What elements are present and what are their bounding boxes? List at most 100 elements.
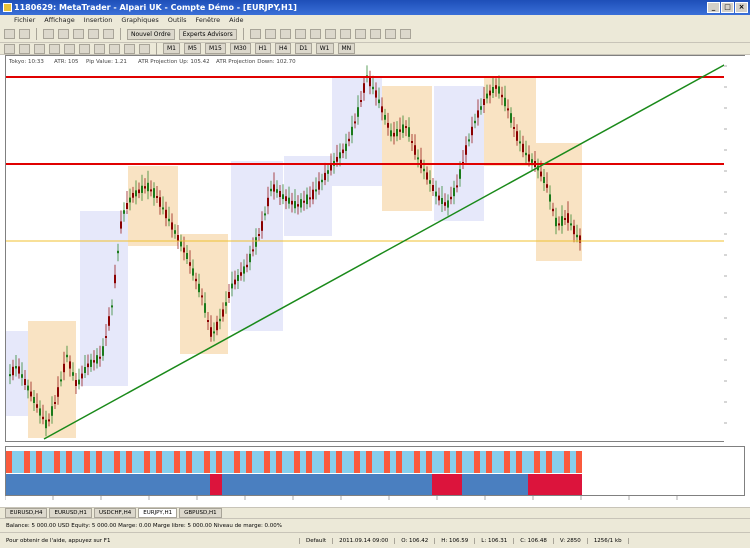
indicator-bar-bottom [60,474,66,495]
candlestick-icon[interactable] [264,29,276,39]
bar-chart-icon[interactable] [249,29,261,39]
indicator-bar-bottom [78,474,84,495]
new-chart-icon[interactable] [4,29,15,39]
candle-body [225,302,227,306]
chart-shift-icon[interactable] [354,29,366,39]
candle-body [390,130,392,137]
candle-body [189,262,191,266]
candle-body [501,94,503,98]
tf-d1[interactable]: D1 [295,43,312,54]
tab-eurusd-h1[interactable]: EURUSD,H1 [49,508,92,518]
indicator-bar-bottom [318,474,324,495]
tile-windows-icon[interactable] [324,29,336,39]
periods-icon[interactable] [384,29,396,39]
new-order-button[interactable]: Nouvel Ordre [127,28,175,40]
menu-insert[interactable]: Insertion [84,15,113,26]
title-bar: 1180629: MetaTrader - Alpari UK - Compte… [0,0,750,15]
tf-mn[interactable]: MN [337,43,356,54]
menu-tools[interactable]: Outils [168,15,187,26]
indicator-bar-bottom [138,474,144,495]
tf-w1[interactable]: W1 [315,43,334,54]
indicator-bar-top [114,451,120,473]
profiles-icon[interactable] [19,29,30,39]
candle-body [240,272,242,276]
trendline-icon[interactable] [64,43,75,54]
indicator-bar-top [342,451,348,473]
candle-body [162,207,164,210]
zoom-in-icon[interactable] [294,29,306,39]
tab-eurusd-h4[interactable]: EURUSD,H4 [5,508,48,518]
tf-m30[interactable]: M30 [229,43,251,54]
indicator-bar-top [78,451,84,473]
text-icon[interactable] [109,43,120,54]
tf-m15[interactable]: M15 [205,43,226,54]
indicator-bar-bottom [120,474,126,495]
candle-body [441,198,443,204]
indicator-bar-bottom [474,474,480,495]
tf-m1[interactable]: M1 [163,43,180,54]
status-high: H: 106.59 [435,537,476,544]
chart-canvas[interactable]: Tokyo: 10:33 ATR: 105 Pip Value: 1.21 AT… [6,56,746,443]
arrows-icon[interactable] [139,43,150,54]
menu-charts[interactable]: Graphiques [121,15,158,26]
crosshair-icon[interactable] [19,43,30,54]
cursor-icon[interactable] [4,43,15,54]
indicator-bar-top [12,451,18,473]
navigator-icon[interactable] [73,29,84,39]
price-chart[interactable]: Tokyo: 10:33 ATR: 105 Pip Value: 1.21 AT… [5,55,746,443]
line-chart-icon[interactable] [279,29,291,39]
menu-window[interactable]: Fenêtre [196,15,221,26]
zoom-out-icon[interactable] [309,29,321,39]
header-item-2: Pip Value: 1.21 [86,59,127,65]
candle-body [243,266,245,274]
indicator-bar-bottom [534,474,540,495]
indicator-bar-bottom [576,474,582,495]
menu-help[interactable]: Aide [229,15,243,26]
status-low: L: 106.31 [475,537,515,544]
autoscroll-icon[interactable] [339,29,351,39]
tf-h4[interactable]: H4 [274,43,292,54]
zone-box [536,143,582,261]
terminal-icon[interactable] [88,29,99,39]
indicator-bar-bottom [108,474,114,495]
tab-eurjpy-h1[interactable]: EURJPY,H1 [138,508,178,518]
candle-body [570,223,572,226]
menu-view[interactable]: Affichage [44,15,75,26]
candle-body [375,90,377,98]
indicator-panel[interactable] [5,446,745,496]
candle-body [330,164,332,171]
indicator-bar-bottom [162,474,168,495]
tab-gbpusd-h1[interactable]: GBPUSD,H1 [179,508,222,518]
candle-body [516,131,518,141]
tf-m5[interactable]: M5 [184,43,201,54]
candle-body [579,235,581,243]
maximize-button[interactable]: □ [721,2,734,13]
menu-file[interactable]: Fichier [14,15,35,26]
candle-body [132,192,134,198]
tab-usdchf-h4[interactable]: USDCHF,H4 [93,508,137,518]
tf-h1[interactable]: H1 [254,43,271,54]
candle-body [285,196,287,202]
indicator-bar-top [426,451,432,473]
candle-body [69,361,71,369]
fibonacci-icon[interactable] [94,43,105,54]
indicator-bar-top [66,451,72,473]
minimize-button[interactable]: _ [707,2,720,13]
market-watch-icon[interactable] [43,29,54,39]
vertical-line-icon[interactable] [34,43,45,54]
close-button[interactable]: × [735,2,748,13]
channel-icon[interactable] [79,43,90,54]
candle-body [186,253,188,259]
horizontal-line-icon[interactable] [49,43,60,54]
tester-icon[interactable] [103,29,114,39]
experts-button[interactable]: Experts Advisors [178,28,237,40]
indicator-bar-bottom [414,474,420,495]
label-icon[interactable] [124,43,135,54]
candle-body [261,221,263,231]
candle-body [471,126,473,136]
indicators-icon[interactable] [369,29,381,39]
data-window-icon[interactable] [58,29,69,39]
candle-body [450,196,452,200]
indicator-bar-top [540,451,546,473]
templates-icon[interactable] [399,29,411,39]
